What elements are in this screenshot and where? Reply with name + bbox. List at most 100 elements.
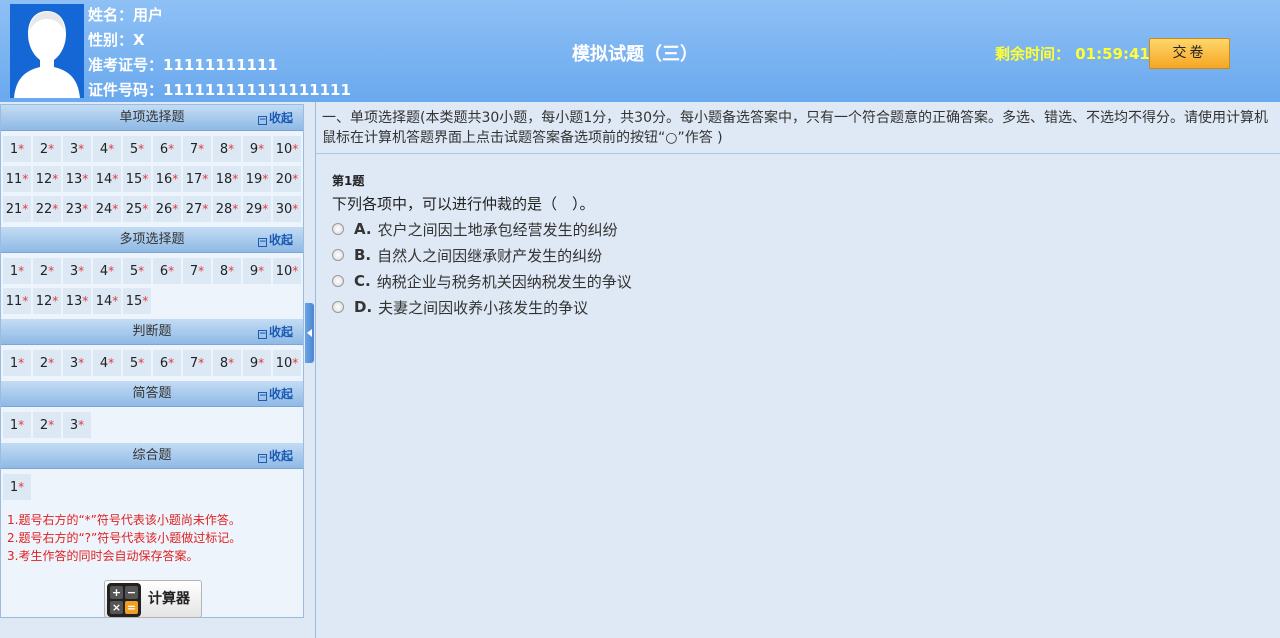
radio-button[interactable] xyxy=(332,301,344,313)
question-nav-cell[interactable]: 6* xyxy=(153,136,181,162)
section-header: 综合题−收起 xyxy=(1,443,303,469)
question-nav-cell[interactable]: 1* xyxy=(3,258,31,284)
question-nav-cell[interactable]: 3* xyxy=(63,412,91,438)
question-nav-cell[interactable]: 5* xyxy=(123,258,151,284)
unanswered-mark: * xyxy=(262,172,268,186)
question-nav-cell[interactable]: 6* xyxy=(153,350,181,376)
submit-exam-button[interactable]: 交卷 xyxy=(1149,38,1230,69)
collapse-section-button[interactable]: −收起 xyxy=(258,227,293,253)
question-nav-cell[interactable]: 30* xyxy=(273,196,301,222)
option-a[interactable]: A.农户之间因土地承包经营发生的纠纷 xyxy=(332,216,1280,242)
question-nav-number: 30 xyxy=(276,202,293,217)
question-nav-cell[interactable]: 13* xyxy=(63,288,91,314)
question-nav-number: 10 xyxy=(276,356,293,371)
question-nav-cell[interactable]: 10* xyxy=(273,258,301,284)
question-nav-cell[interactable]: 8* xyxy=(213,258,241,284)
question-nav-cell[interactable]: 16* xyxy=(153,166,181,192)
question-nav-cell[interactable]: 3* xyxy=(63,350,91,376)
question-nav-cell[interactable]: 3* xyxy=(63,136,91,162)
radio-button[interactable] xyxy=(332,249,344,261)
question-nav-cell[interactable]: 23* xyxy=(63,196,91,222)
question-nav-cell[interactable]: 11* xyxy=(3,166,31,192)
question-nav-cell[interactable]: 3* xyxy=(63,258,91,284)
question-nav-number: 15 xyxy=(126,294,143,309)
question-nav-cell[interactable]: 12* xyxy=(33,166,61,192)
question-nav-cell[interactable]: 12* xyxy=(33,288,61,314)
question-nav-number: 1 xyxy=(10,418,18,433)
question-nav-number: 13 xyxy=(66,294,83,309)
question-nav-cell[interactable]: 15* xyxy=(123,288,151,314)
question-nav-cell[interactable]: 8* xyxy=(213,136,241,162)
question-nav-number: 7 xyxy=(190,142,198,157)
question-nav-cell[interactable]: 18* xyxy=(213,166,241,192)
question-nav-cell[interactable]: 5* xyxy=(123,350,151,376)
option-d[interactable]: D.夫妻之间因收养小孩发生的争议 xyxy=(332,294,1280,320)
collapse-section-button[interactable]: −收起 xyxy=(258,443,293,469)
question-block: 第1题 下列各项中，可以进行仲裁的是（ ）。 A.农户之间因土地承包经营发生的纠… xyxy=(316,154,1280,320)
unanswered-mark: * xyxy=(108,142,114,156)
unanswered-mark: * xyxy=(228,142,234,156)
question-nav-cell[interactable]: 7* xyxy=(183,258,211,284)
timer-label: 剩余时间： xyxy=(995,45,1070,63)
question-nav-cell[interactable]: 27* xyxy=(183,196,211,222)
question-nav-cell[interactable]: 13* xyxy=(63,166,91,192)
question-nav-cell[interactable]: 4* xyxy=(93,258,121,284)
option-b[interactable]: B.自然人之间因继承财产发生的纠纷 xyxy=(332,242,1280,268)
question-nav-cell[interactable]: 14* xyxy=(93,166,121,192)
question-nav-cell[interactable]: 11* xyxy=(3,288,31,314)
question-nav-cell[interactable]: 8* xyxy=(213,350,241,376)
question-nav-cell[interactable]: 20* xyxy=(273,166,301,192)
collapse-label: 收起 xyxy=(269,387,293,401)
question-nav-cell[interactable]: 21* xyxy=(3,196,31,222)
question-nav-cell[interactable]: 2* xyxy=(33,350,61,376)
question-nav-cell[interactable]: 7* xyxy=(183,136,211,162)
question-nav-cell[interactable]: 22* xyxy=(33,196,61,222)
question-nav-number: 3 xyxy=(70,418,78,433)
question-nav-number: 18 xyxy=(216,172,233,187)
question-nav-cell[interactable]: 24* xyxy=(93,196,121,222)
question-nav-cell[interactable]: 1* xyxy=(3,350,31,376)
question-nav-number: 4 xyxy=(100,264,108,279)
question-nav-cell[interactable]: 6* xyxy=(153,258,181,284)
question-nav-cell[interactable]: 15* xyxy=(123,166,151,192)
radio-button[interactable] xyxy=(332,275,344,287)
question-nav-cell[interactable]: 1* xyxy=(3,474,31,500)
question-nav-cell[interactable]: 26* xyxy=(153,196,181,222)
calculator-button[interactable]: + − × = 计算器 xyxy=(104,580,202,618)
question-nav-number: 17 xyxy=(186,172,203,187)
collapse-section-button[interactable]: −收起 xyxy=(258,105,293,131)
question-nav-cell[interactable]: 9* xyxy=(243,258,271,284)
question-nav-cell[interactable]: 10* xyxy=(273,136,301,162)
question-nav-cell[interactable]: 7* xyxy=(183,350,211,376)
question-nav-cell[interactable]: 9* xyxy=(243,136,271,162)
question-nav-cell[interactable]: 2* xyxy=(33,258,61,284)
question-nav-cell[interactable]: 28* xyxy=(213,196,241,222)
question-nav-cell[interactable]: 1* xyxy=(3,412,31,438)
question-nav-number: 5 xyxy=(130,264,138,279)
question-nav-cell[interactable]: 17* xyxy=(183,166,211,192)
question-nav-number: 14 xyxy=(96,172,113,187)
minus-box-icon: − xyxy=(258,116,267,125)
question-nav-cell[interactable]: 4* xyxy=(93,350,121,376)
question-nav-cell[interactable]: 29* xyxy=(243,196,271,222)
question-nav-cell[interactable]: 10* xyxy=(273,350,301,376)
question-nav-cell[interactable]: 9* xyxy=(243,350,271,376)
question-nav-cell[interactable]: 19* xyxy=(243,166,271,192)
unanswered-mark: * xyxy=(82,172,88,186)
question-nav-number: 8 xyxy=(220,142,228,157)
question-nav-cell[interactable]: 25* xyxy=(123,196,151,222)
radio-button[interactable] xyxy=(332,223,344,235)
question-nav-cell[interactable]: 2* xyxy=(33,136,61,162)
collapse-section-button[interactable]: −收起 xyxy=(258,319,293,345)
question-nav-cell[interactable]: 1* xyxy=(3,136,31,162)
question-nav-cell[interactable]: 5* xyxy=(123,136,151,162)
question-nav-cell[interactable]: 14* xyxy=(93,288,121,314)
unanswered-mark: * xyxy=(232,172,238,186)
collapse-section-button[interactable]: −收起 xyxy=(258,381,293,407)
option-c[interactable]: C.纳税企业与税务机关因纳税发生的争议 xyxy=(332,268,1280,294)
question-nav-number: 21 xyxy=(6,202,23,217)
question-nav-cell[interactable]: 2* xyxy=(33,412,61,438)
unanswered-mark: * xyxy=(22,172,28,186)
question-nav-cell[interactable]: 4* xyxy=(93,136,121,162)
sidebar-toggle-handle[interactable] xyxy=(305,303,314,363)
